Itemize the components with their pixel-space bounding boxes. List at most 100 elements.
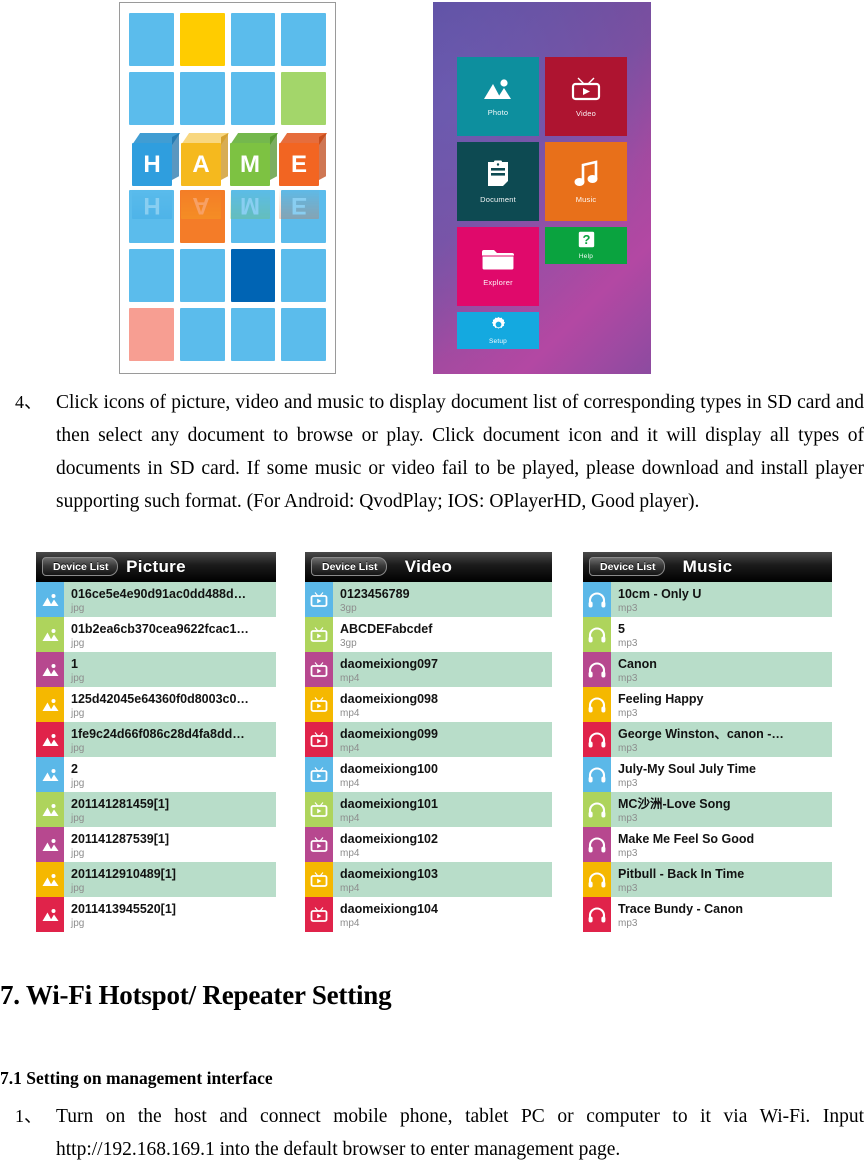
file-list-row[interactable]: 01b2ea6cb370cea9622fcac1… jpg (36, 617, 276, 652)
hame-grid-row (129, 249, 326, 302)
file-extension: jpg (71, 637, 85, 649)
tv-play-icon (305, 617, 333, 652)
menu-tile-photo[interactable]: Photo (457, 57, 539, 136)
headphones-icon (583, 897, 611, 932)
file-list-row[interactable]: 125d42045e64360f0d8003c0… jpg (36, 687, 276, 722)
file-row-text: Make Me Feel So Good mp3 (611, 827, 832, 862)
file-list-row[interactable]: daomeixiong098 mp4 (305, 687, 552, 722)
tv-play-icon (305, 792, 333, 827)
file-list-row[interactable]: daomeixiong102 mp4 (305, 827, 552, 862)
file-name: daomeixiong103 (340, 866, 438, 881)
file-list-row[interactable]: daomeixiong101 mp4 (305, 792, 552, 827)
tv-play-icon (305, 862, 333, 897)
picture-list-header: Device List Picture (36, 552, 276, 582)
list-number: 1、 (15, 1106, 42, 1126)
file-list-row[interactable]: 2011412910489[1] jpg (36, 862, 276, 897)
file-list-row[interactable]: daomeixiong097 mp4 (305, 652, 552, 687)
file-name: MC沙洲-Love Song (618, 796, 731, 811)
file-list-row[interactable]: 201141287539[1] jpg (36, 827, 276, 862)
menu-tile-music[interactable]: Music (545, 142, 627, 221)
file-name: daomeixiong097 (340, 656, 438, 671)
menu-tile-help[interactable]: ? Help (545, 227, 627, 264)
music-list-title: Music (682, 557, 733, 576)
file-list-row[interactable]: 2011413945520[1] jpg (36, 897, 276, 932)
file-extension: mp3 (618, 917, 638, 929)
file-list-row[interactable]: 016ce5e4e90d91ac0dd488d… jpg (36, 582, 276, 617)
file-list-row[interactable]: Canon mp3 (583, 652, 832, 687)
video-file-list[interactable]: 0123456789 3gp ABCDEFabcdef 3gp daomeixiong0… (305, 582, 552, 932)
device-list-back-button[interactable]: Device List (42, 557, 119, 576)
video-list-screenshot: Device List Video 0123456789 3gp ABCDEFabc… (305, 552, 552, 932)
image-icon (36, 897, 64, 932)
file-name: daomeixiong104 (340, 901, 438, 916)
file-list-row[interactable]: 10cm - Only Ump3 (583, 582, 832, 617)
music-file-list[interactable]: 10cm - Only Ump3 5 mp3 Canon mp3 Feeling Happ… (583, 582, 832, 932)
file-list-row[interactable]: Trace Bundy - Canon mp3 (583, 897, 832, 932)
file-list-row[interactable]: Feeling Happy mp3 (583, 687, 832, 722)
tv-play-icon (570, 76, 602, 106)
file-extension: mp3 (618, 847, 638, 859)
file-extension: jpg (71, 602, 85, 614)
tv-play-icon (305, 582, 333, 617)
paragraph-text: Click icons of picture, video and music … (56, 392, 864, 512)
folder-icon (481, 247, 515, 275)
file-name: daomeixiong100 (340, 761, 438, 776)
file-list-row[interactable]: daomeixiong099 mp4 (305, 722, 552, 757)
menu-tile-explorer[interactable]: Explorer (457, 227, 539, 306)
file-list-row[interactable]: Make Me Feel So Good mp3 (583, 827, 832, 862)
image-icon (36, 827, 64, 862)
file-row-text: daomeixiong101 mp4 (333, 792, 552, 827)
file-extension: mp4 (340, 882, 360, 894)
file-name: daomeixiong099 (340, 726, 438, 741)
file-row-text: 2011412910489[1] jpg (64, 862, 276, 897)
hame-tile (230, 249, 276, 302)
file-list-row[interactable]: 201141281459[1] jpg (36, 792, 276, 827)
file-list-row[interactable]: 5 mp3 (583, 617, 832, 652)
file-name: 2 (71, 761, 78, 776)
menu-tile-setup[interactable]: Setup (457, 312, 539, 349)
file-list-row[interactable]: daomeixiong100 mp4 (305, 757, 552, 792)
file-row-text: 0123456789 3gp (333, 582, 552, 617)
picture-file-list[interactable]: 016ce5e4e90d91ac0dd488d… jpg 01b2ea6cb370c… (36, 582, 276, 932)
file-list-row[interactable]: George Winston、canon -… mp3 (583, 722, 832, 757)
file-list-row[interactable]: 0123456789 3gp (305, 582, 552, 617)
menu-tile-document[interactable]: Document (457, 142, 539, 221)
hame-tile (129, 13, 174, 66)
file-list-row[interactable]: daomeixiong103 mp4 (305, 862, 552, 897)
file-list-row[interactable]: MC沙洲-Love Song mp3 (583, 792, 832, 827)
hame-letter-cube: AA (178, 131, 230, 219)
file-extension: jpg (71, 882, 85, 894)
file-row-text: 2011413945520[1] jpg (64, 897, 276, 932)
file-name: 201141287539[1] (71, 831, 170, 846)
cube-face: A (181, 143, 221, 186)
file-list-row[interactable]: July-My Soul July Time mp3 (583, 757, 832, 792)
menu-tile-video[interactable]: Video (545, 57, 627, 136)
hame-tile (281, 308, 326, 361)
file-list-row[interactable]: daomeixiong104 mp4 (305, 897, 552, 932)
file-name: Make Me Feel So Good (618, 831, 755, 846)
hame-wordmark: HHAAMMEE (129, 131, 328, 223)
file-extension: 3gp (340, 637, 357, 649)
file-list-row[interactable]: 1fe9c24d66f086c28d4fa8dd… jpg (36, 722, 276, 757)
file-list-row[interactable]: Pitbull - Back In Time mp3 (583, 862, 832, 897)
file-name: Trace Bundy - Canon (618, 901, 744, 916)
file-extension: jpg (71, 917, 85, 929)
device-list-back-button[interactable]: Device List (589, 557, 666, 576)
file-row-text: George Winston、canon -… mp3 (611, 722, 832, 757)
headphones-icon (583, 722, 611, 757)
device-list-back-button[interactable]: Device List (311, 557, 388, 576)
file-row-text: Trace Bundy - Canon mp3 (611, 897, 832, 932)
file-list-row[interactable]: ABCDEFabcdef 3gp (305, 617, 552, 652)
file-name: 201141281459[1] (71, 796, 170, 811)
music-list-screenshot: Device List Music 10cm - Only Ump3 5 mp3 Ca… (583, 552, 832, 932)
menu-tile-label: Video (575, 108, 597, 118)
music-list-header: Device List Music (583, 552, 832, 582)
file-list-row[interactable]: 2 jpg (36, 757, 276, 792)
file-extension: mp4 (340, 707, 360, 719)
picture-list-title: Picture (126, 557, 186, 576)
hame-grid-row (129, 13, 326, 66)
file-list-row[interactable]: 1 jpg (36, 652, 276, 687)
cube-reflection: M (230, 187, 270, 219)
file-name: 01b2ea6cb370cea9622fcac1… (71, 621, 249, 636)
menu-tile-label: Help (578, 252, 594, 260)
